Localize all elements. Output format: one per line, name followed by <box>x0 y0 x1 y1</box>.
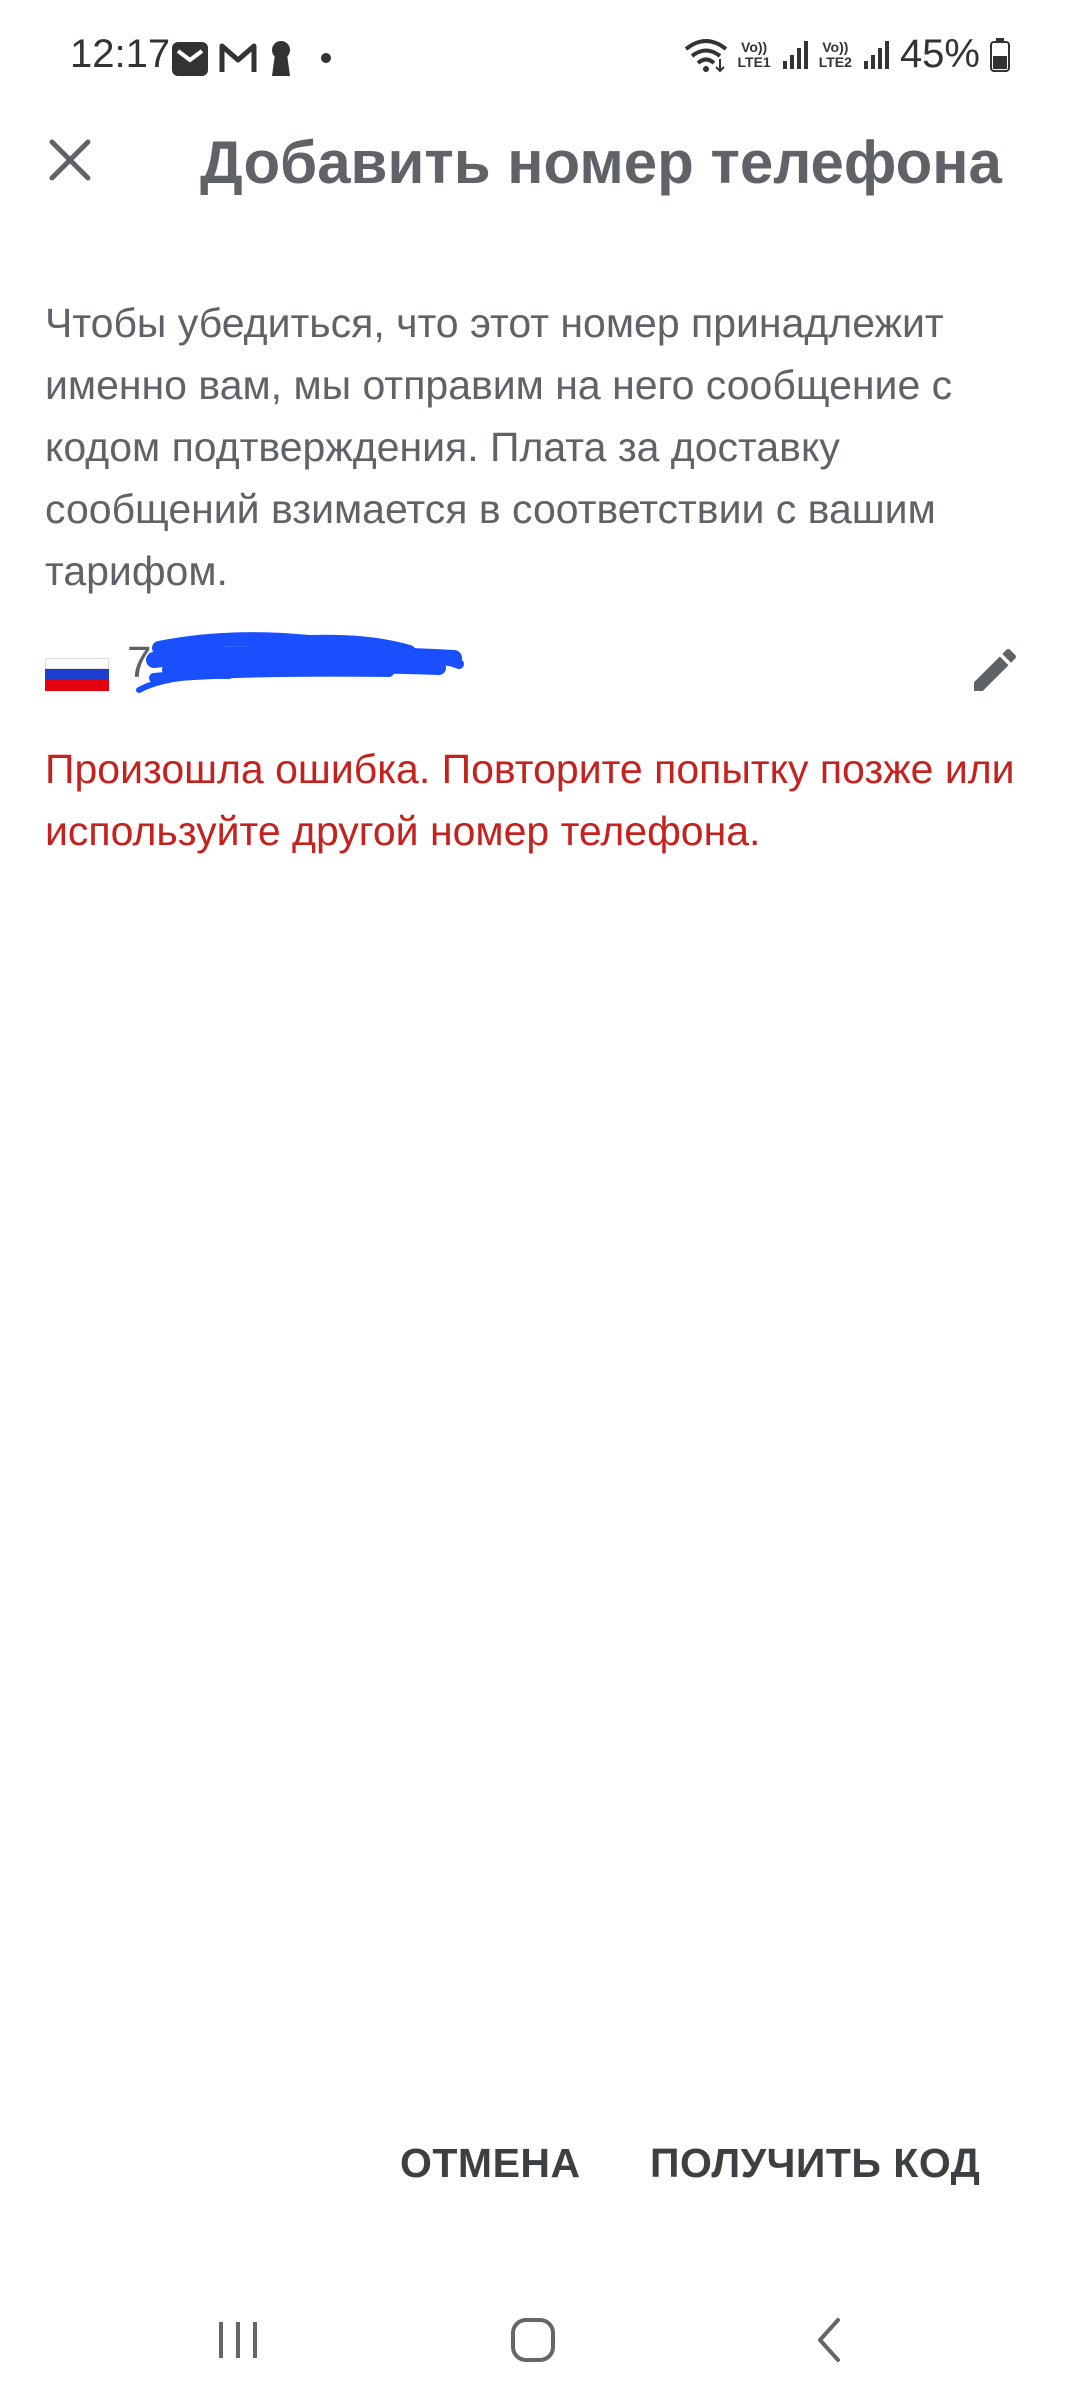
recent-apps-button[interactable] <box>198 2300 278 2380</box>
signal-icon-2 <box>863 40 889 69</box>
close-icon <box>49 139 91 181</box>
battery-icon <box>990 37 1010 72</box>
page-title: Добавить номер телефона <box>200 129 1002 196</box>
home-icon <box>511 2318 555 2362</box>
back-icon <box>818 2318 840 2362</box>
notification-dot-icon <box>321 53 331 63</box>
gmail-icon <box>219 43 257 72</box>
description-text: Чтобы убедиться, что этот номер принадле… <box>45 300 953 594</box>
volte-label-2: Vo)) <box>822 38 849 55</box>
recent-apps-icon <box>219 2322 257 2358</box>
russia-flag-icon[interactable] <box>45 658 109 691</box>
redaction-scribble <box>136 632 464 693</box>
cancel-button[interactable]: ОТМЕНА <box>400 2140 581 2187</box>
navigation-bar <box>0 2280 1080 2400</box>
home-button[interactable] <box>493 2300 573 2380</box>
lte1-label: LTE1 <box>737 53 771 70</box>
battery-percent: 45% <box>899 32 980 76</box>
pencil-icon <box>974 648 1017 691</box>
status-bar: 12:17 Vo)) LTE1 Vo)) LTE2 45% <box>0 0 1080 120</box>
edit-phone-button[interactable] <box>955 630 1035 710</box>
back-button[interactable] <box>790 2300 870 2380</box>
lte2-label: LTE2 <box>818 53 852 70</box>
get-code-button[interactable]: ПОЛУЧИТЬ КОД <box>650 2140 980 2187</box>
close-button[interactable] <box>30 120 110 200</box>
status-time: 12:17 <box>70 32 171 76</box>
lte2-indicator: Vo)) LTE2 <box>818 38 852 70</box>
lte1-indicator: Vo)) LTE1 <box>737 38 771 70</box>
phone-number-row: 7 <box>45 630 1035 710</box>
wifi-icon <box>684 38 727 72</box>
volte-label-1: Vo)) <box>741 38 768 55</box>
keyhole-icon <box>272 41 290 76</box>
error-message: Произошла ошибка. Повторите попытку позж… <box>45 746 1015 854</box>
message-icon <box>172 42 208 76</box>
status-right: Vo)) LTE1 Vo)) LTE2 45% <box>684 32 1010 77</box>
signal-icon-1 <box>782 40 808 69</box>
